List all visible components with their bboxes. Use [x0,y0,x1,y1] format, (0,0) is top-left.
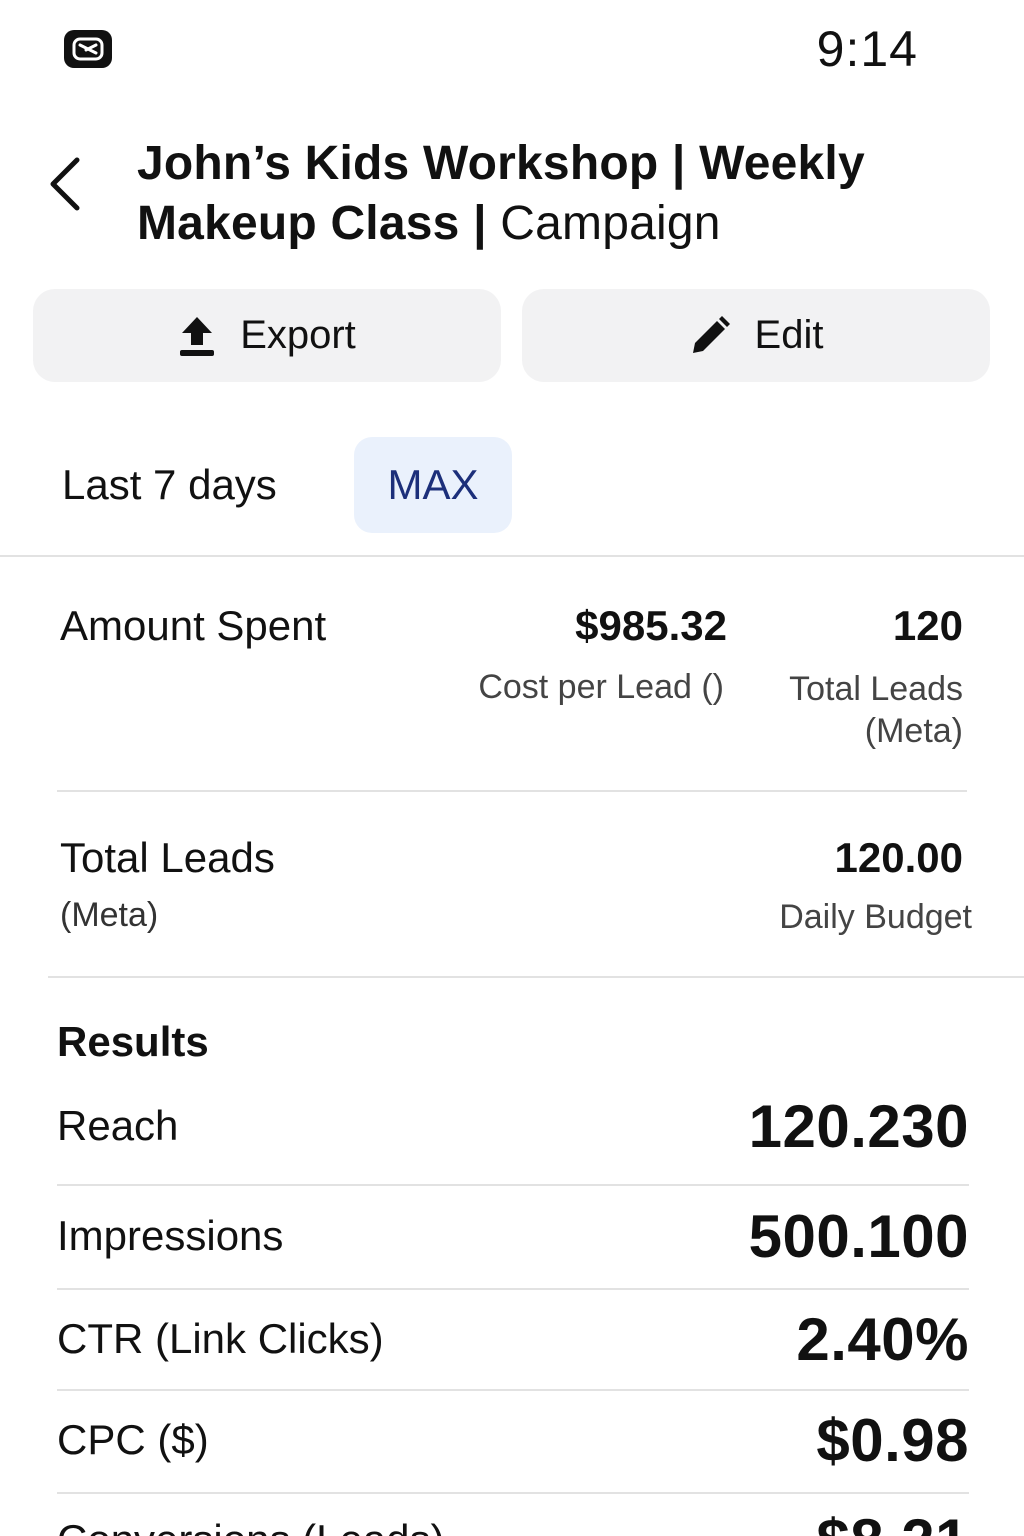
results-row-label: Reach [57,1102,179,1149]
daily-budget-value: 120.00 [834,834,963,881]
range-option-last-7-days[interactable]: Last 7 days [62,461,277,509]
total-leads-row-label-line1: Total Leads [60,834,275,881]
page-title-suffix: Campaign [500,197,721,250]
edit-button[interactable]: Edit [522,289,990,382]
total-leads-value: 120 [892,602,963,649]
export-button[interactable]: Export [33,289,501,382]
results-row-value: 500.100 [748,1203,969,1270]
date-range-selector: Last 7 days MAX [0,437,1024,537]
upload-icon [180,316,215,356]
results-heading: Results [57,1018,209,1065]
cost-per-lead-value: $985.32 [575,602,727,649]
results-row-value: $0.98 [816,1407,969,1474]
amount-spent-label: Amount Spent [60,602,327,649]
campaign-detail-screen: 9:14 John’s Kids Workshop | Weekly Makeu… [0,0,1024,1536]
status-bar: 9:14 [0,0,1024,100]
range-option-max-label: MAX [387,461,479,508]
daily-budget-label: Daily Budget [779,898,972,936]
results-row-ctr: CTR (Link Clicks) 2.40% [57,1303,969,1403]
total-leads-row-label-line2: (Meta) [60,896,159,934]
cost-per-lead-label: Cost per Lead () [478,668,724,706]
page-title: John’s Kids Workshop | Weekly Makeup Cla… [137,134,977,254]
results-row-reach: Reach 120.230 [57,1090,969,1190]
divider [57,1288,969,1290]
page-header: John’s Kids Workshop | Weekly Makeup Cla… [0,130,1024,260]
results-row-label: CTR (Link Clicks) [57,1315,384,1362]
total-leads-label-line2: (Meta) [864,712,963,750]
results-row-label: Conversions (Leads) [57,1516,445,1536]
divider [57,790,967,792]
divider [57,1492,969,1494]
total-leads-row-label: Total Leads (Meta) [60,834,275,935]
status-time: 9:14 [816,21,918,77]
results-row-conversions: Conversions (Leads) $8.21 [57,1506,969,1536]
total-leads-label: Total Leads (Meta) [789,668,963,752]
app-badge-icon [64,30,112,68]
results-row-cpc: CPC ($) $0.98 [57,1404,969,1504]
divider [48,976,1024,978]
summary-section: Amount Spent $985.32 Cost per Lead () 12… [0,556,1024,978]
range-option-max[interactable]: MAX [354,437,512,533]
results-row-value: 2.40% [796,1306,969,1373]
chevron-left-icon [50,157,80,211]
pencil-icon [692,315,730,353]
action-bar: Export Edit [33,289,991,382]
results-row-label: CPC ($) [57,1416,209,1463]
results-row-label: Impressions [57,1212,284,1259]
results-row-impressions: Impressions 500.100 [57,1200,969,1300]
divider [57,1184,969,1186]
edit-button-label: Edit [754,313,824,357]
results-row-value: 120.230 [748,1093,969,1160]
divider [57,1389,969,1391]
export-button-label: Export [240,313,356,357]
total-leads-label-line1: Total Leads [789,670,963,708]
back-button[interactable] [40,152,90,216]
results-row-value: $8.21 [816,1506,969,1536]
